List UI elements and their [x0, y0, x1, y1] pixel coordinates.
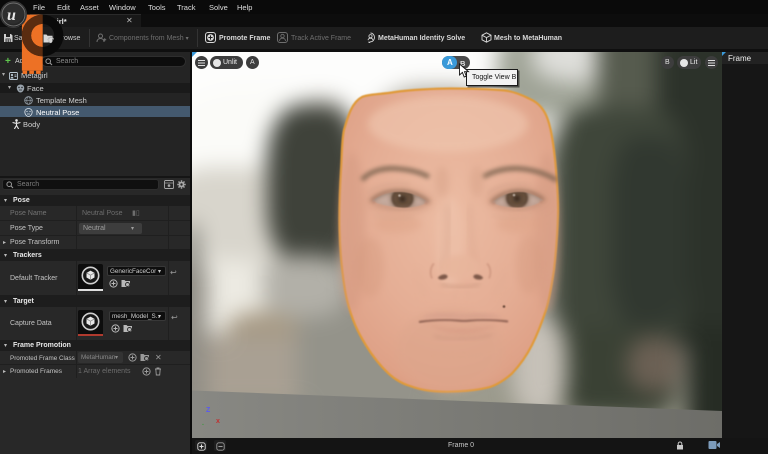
svg-text:u: u — [7, 7, 16, 24]
